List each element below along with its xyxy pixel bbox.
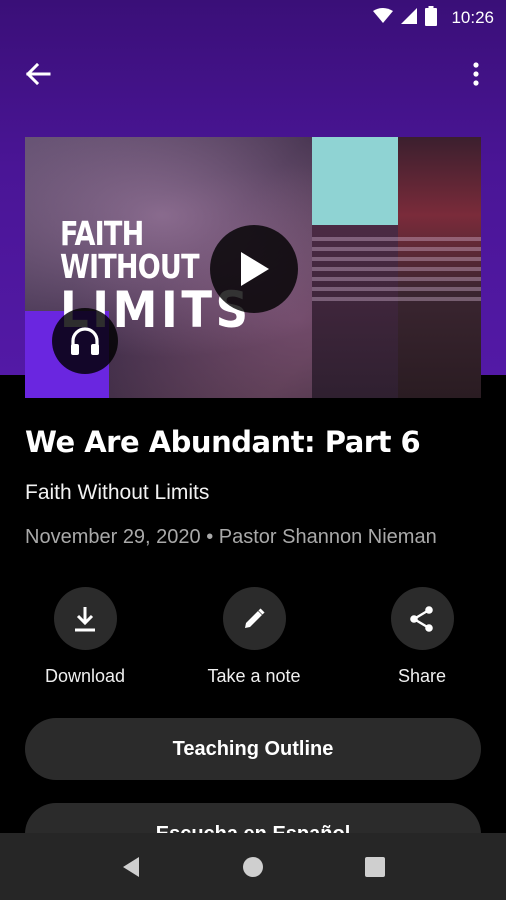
artwork-stripes xyxy=(312,237,481,307)
take-note-button[interactable] xyxy=(222,587,286,650)
more-options-button[interactable] xyxy=(464,58,488,90)
play-audio-button[interactable] xyxy=(52,308,118,374)
nav-back-button[interactable] xyxy=(111,847,151,887)
play-video-button[interactable] xyxy=(210,225,298,313)
message-title: We Are Abundant: Part 6 xyxy=(25,425,421,459)
share-label: Share xyxy=(397,666,447,686)
download-action[interactable]: Download xyxy=(20,587,150,687)
download-button[interactable] xyxy=(53,587,117,650)
nav-back-icon xyxy=(123,856,139,877)
series-name: Faith Without Limits xyxy=(25,481,210,504)
artwork-teal-block xyxy=(312,137,398,225)
status-bar: 10:26 xyxy=(0,0,506,36)
take-note-label: Take a note xyxy=(207,666,301,686)
share-action[interactable]: Share xyxy=(357,587,487,687)
status-time: 10:26 xyxy=(451,8,494,27)
teaching-outline-button[interactable]: Teaching Outline xyxy=(25,718,481,780)
download-icon xyxy=(75,606,95,631)
pencil-icon xyxy=(245,607,265,628)
share-button[interactable] xyxy=(390,587,454,650)
nav-home-button[interactable] xyxy=(233,847,273,887)
download-label: Download xyxy=(44,666,126,686)
headphones-icon xyxy=(71,327,99,355)
system-navigation-bar xyxy=(0,833,506,900)
play-icon xyxy=(241,252,269,286)
signal-icon xyxy=(401,7,418,29)
back-button[interactable] xyxy=(22,60,54,88)
sermon-artwork: FAITH WITHOUT LIMITS xyxy=(25,137,481,398)
take-note-action[interactable]: Take a note xyxy=(189,587,319,687)
nav-recents-button[interactable] xyxy=(355,847,395,887)
teaching-outline-label: Teaching Outline xyxy=(172,737,334,760)
nav-recents-icon xyxy=(365,856,385,877)
arrow-back-icon xyxy=(25,63,51,85)
app-bar xyxy=(0,50,506,98)
battery-icon xyxy=(425,5,438,31)
more-vert-icon xyxy=(473,62,479,86)
message-meta: November 29, 2020 • Pastor Shannon Niema… xyxy=(25,526,437,548)
share-icon xyxy=(410,605,433,632)
nav-home-icon xyxy=(243,856,263,877)
wifi-icon xyxy=(373,7,394,29)
